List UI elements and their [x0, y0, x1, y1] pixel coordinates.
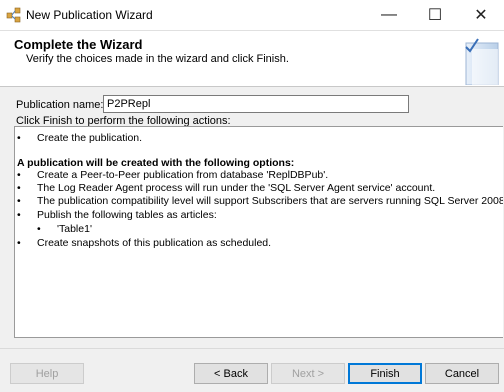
publication-name-label: Publication name: — [16, 99, 104, 111]
wizard-header: Complete the Wizard Verify the choices m… — [0, 31, 504, 87]
page-title: Complete the Wizard — [14, 37, 143, 52]
minimize-button[interactable]: — — [366, 0, 412, 30]
finish-button[interactable]: Finish — [348, 363, 422, 384]
actions-list[interactable]: • Create the publication. A publication … — [14, 126, 503, 338]
window-title: New Publication Wizard — [26, 8, 153, 22]
footer-divider — [0, 348, 504, 349]
cancel-button[interactable]: Cancel — [425, 363, 499, 384]
bullet-icon: • — [37, 223, 41, 235]
bullet-icon: • — [17, 195, 21, 207]
close-button[interactable]: ✕ — [458, 0, 504, 30]
bullet-icon: • — [17, 169, 21, 181]
maximize-button[interactable]: ☐ — [412, 0, 458, 30]
next-button[interactable]: Next > — [271, 363, 345, 384]
wizard-checklist-icon — [465, 38, 499, 85]
app-icon — [6, 7, 21, 23]
minimize-icon: — — [381, 6, 397, 23]
page-subtitle: Verify the choices made in the wizard an… — [26, 53, 289, 65]
bullet-icon: • — [17, 182, 21, 194]
close-icon: ✕ — [474, 7, 488, 24]
bullet-icon: • — [17, 209, 21, 221]
help-button[interactable]: Help — [10, 363, 84, 384]
publication-name-field[interactable] — [103, 95, 409, 113]
bullet-icon: • — [17, 132, 21, 144]
title-bar: New Publication Wizard — ☐ ✕ — [0, 0, 504, 31]
bullet-icon: • — [17, 237, 21, 249]
maximize-icon: ☐ — [427, 7, 443, 24]
back-button[interactable]: < Back — [194, 363, 268, 384]
